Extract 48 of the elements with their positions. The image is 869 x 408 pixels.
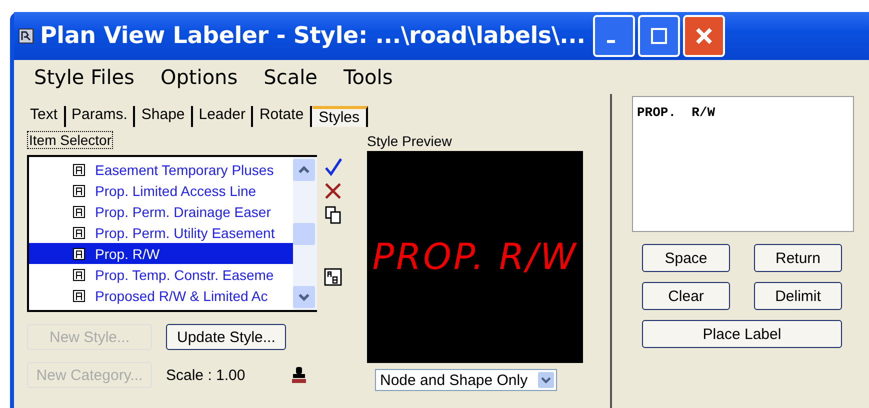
text-item-icon — [73, 206, 85, 218]
text-style-icon[interactable] — [323, 267, 343, 287]
preview-label: Style Preview — [367, 133, 453, 149]
text-item-icon — [73, 226, 85, 238]
list-item[interactable]: Prop. Temp. Constr. Easeme — [29, 264, 293, 285]
group-label: Item Selector — [27, 131, 114, 149]
maximize-icon — [649, 26, 670, 46]
menu-item[interactable]: Options — [160, 65, 238, 89]
menu-item[interactable]: Style Files — [34, 65, 134, 89]
text-item-icon — [73, 290, 85, 302]
list-item[interactable]: Prop. Perm. Utility Easement — [29, 222, 293, 243]
text-item-icon — [73, 164, 85, 176]
app-icon — [18, 28, 34, 44]
list-item[interactable]: Prop. Limited Access Line — [29, 180, 293, 201]
list-item[interactable]: Prop. R/W — [29, 243, 293, 264]
tab[interactable]: Styles — [312, 106, 368, 127]
minimize-icon — [607, 40, 616, 42]
checkmark-icon[interactable] — [323, 157, 343, 177]
action-button[interactable]: Clear — [642, 282, 730, 310]
maximize-button[interactable] — [638, 15, 680, 57]
menu-item[interactable]: Tools — [343, 65, 393, 89]
tab[interactable]: Shape — [135, 106, 193, 127]
menu-item[interactable]: Scale — [264, 65, 318, 89]
update-style-button[interactable]: Update Style... — [166, 324, 286, 350]
item-list[interactable]: Easement Temporary Pluses Prop. Limited Access Line Prop. Perm. Drainage Easer Prop. Perm. Utility Easement Prop. R/W Prop. Temp. Constr. Easeme Proposed R/W & Limited Ac — [27, 155, 317, 312]
scale-text: Scale : 1.00 — [166, 366, 246, 384]
list-item[interactable]: Prop. Perm. Drainage Easer — [29, 201, 293, 222]
label-text-field[interactable]: PROP. R/W — [632, 96, 854, 232]
text-item-icon — [73, 184, 85, 196]
copy-icon[interactable] — [323, 205, 343, 225]
window-title: Plan View Labeler - Style: ...\road\labels\... — [40, 23, 586, 49]
scroll-bar[interactable] — [293, 157, 317, 310]
action-button[interactable]: Delimit — [754, 282, 842, 310]
list-item[interactable]: Proposed R/W & Limited Ac — [29, 285, 293, 306]
delete-icon[interactable] — [323, 181, 343, 201]
tab[interactable]: Params. — [66, 106, 136, 127]
minimize-button[interactable] — [593, 15, 636, 57]
list-item[interactable]: Easement Temporary Pluses — [29, 159, 293, 180]
text-item-icon — [73, 248, 85, 260]
tab[interactable]: Text — [24, 106, 66, 127]
text-item-icon — [73, 268, 85, 280]
action-button[interactable]: Return — [754, 244, 842, 272]
preview-text: PROP. R/W — [372, 236, 578, 278]
tab[interactable]: Leader — [192, 106, 254, 127]
place-label-button[interactable]: Place Label — [642, 320, 842, 348]
display-mode-dropdown[interactable]: Node and Shape Only — [375, 369, 557, 391]
action-button[interactable]: Space — [642, 244, 730, 272]
close-button[interactable] — [683, 15, 726, 57]
